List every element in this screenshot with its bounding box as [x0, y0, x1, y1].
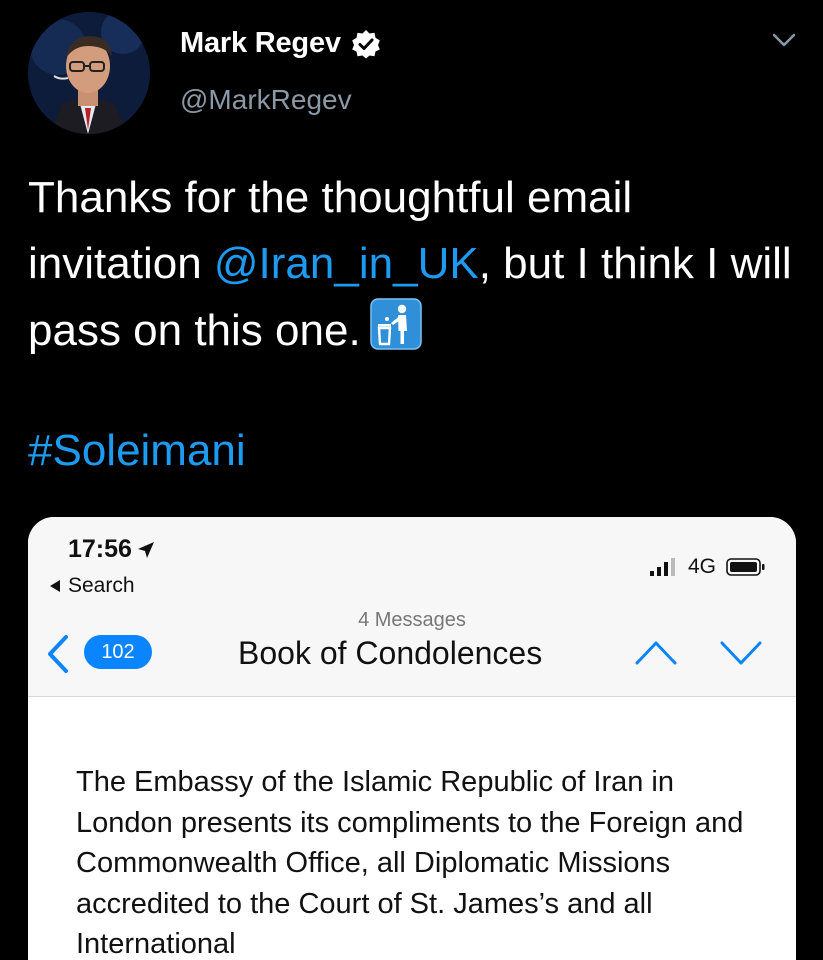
tweet-text: Thanks for the thoughtful email invitati…	[28, 165, 808, 364]
location-arrow-icon	[137, 541, 154, 558]
mail-subject: Book of Condolences	[238, 635, 543, 671]
email-body-text: The Embassy of the Islamic Republic of I…	[76, 766, 744, 960]
avatar[interactable]	[28, 12, 150, 134]
litter-in-bin-icon	[369, 297, 423, 351]
network-type: 4G	[687, 555, 716, 578]
status-indicators: 4G	[648, 555, 766, 579]
back-triangle-icon	[50, 580, 60, 592]
battery-icon	[726, 558, 765, 576]
chevron-down-icon[interactable]	[718, 637, 764, 667]
message-count: 4 Messages	[358, 609, 466, 631]
signal-bars-icon	[649, 558, 675, 576]
display-name[interactable]: Mark Regev	[180, 27, 381, 60]
avatar-photo	[28, 12, 150, 134]
unread-count-badge[interactable]: 102	[84, 635, 152, 669]
chevron-up-icon[interactable]	[633, 637, 679, 667]
user-handle[interactable]: @MarkRegev	[180, 84, 352, 116]
back-chevron-icon[interactable]	[42, 633, 72, 675]
embedded-screenshot[interactable]: 17:56 Search 4G 4 Messages 102 Book of C…	[28, 517, 796, 960]
display-name-text: Mark Regev	[180, 27, 341, 59]
hashtag-link[interactable]: #Soleimani	[28, 426, 246, 475]
status-time: 17:56	[68, 535, 156, 564]
status-time-text: 17:56	[68, 535, 132, 563]
mention-link[interactable]: @Iran_in_UK	[214, 239, 479, 288]
chevron-down-icon[interactable]	[771, 30, 797, 50]
hashtag-line: #Soleimani	[28, 418, 246, 484]
verified-badge-icon	[351, 29, 381, 59]
back-to-search[interactable]: Search	[48, 574, 135, 598]
tweet: Mark Regev @MarkRegev Thanks for the tho…	[0, 0, 823, 960]
back-search-label: Search	[68, 574, 135, 597]
